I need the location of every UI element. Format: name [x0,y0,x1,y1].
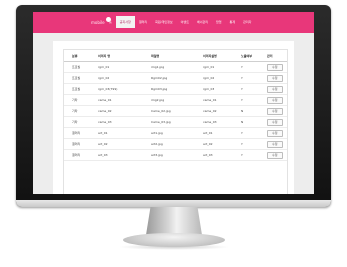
table-cell: came_01 [90,94,143,106]
table-cell: came_02 [90,105,143,117]
edit-button[interactable]: 수정 [267,140,283,148]
edit-button[interactable]: 수정 [267,107,283,115]
action-cell: 수정 [259,138,287,150]
table-cell: img1.jpg [143,61,195,73]
table-cell: 기타 [64,116,90,128]
action-cell: 수정 [259,83,287,95]
table-cell: rgm_03(799) [90,83,143,95]
table-cell: rgm_02 [90,72,143,84]
column-header: 관리 [259,50,287,62]
table-cell: Y [233,72,259,84]
table-cell: Y [233,61,259,73]
action-cell: 수정 [259,149,287,161]
table-cell: art_02 [90,138,143,150]
table-row: 기타 came_03 Came_03.jpg came_03 N 수정 [64,116,287,128]
table-cell: Y [233,127,259,139]
table-cell: art_02 [195,138,233,150]
table-row: 프로필 rgm_01 img1.jpg rgm_01 Y 수정 [64,61,287,73]
site-logo-text: mobile [91,19,105,25]
table-row: 기타 came_02 Came_02.jpg came_02 N 수정 [64,105,287,117]
table-row: 프로필 rgm_02 Rgm02.jpg rgm_02 Y 수정 [64,72,287,84]
monitor-stand-neck [146,207,202,235]
monitor-stand-base [123,233,225,247]
column-header: 이미지설명 [195,50,233,62]
nav-menu-item[interactable]: 공지사항 [115,16,135,28]
table-cell: art_01 [195,127,233,139]
table-cell: art1.jpg [143,127,195,139]
table-row: 갤러리 art_01 art1.jpg art_01 Y 수정 [64,127,287,139]
action-cell: 수정 [259,94,287,106]
monitor-chin [16,200,331,207]
column-header: 파일명 [143,50,195,62]
table-cell: Y [233,149,259,161]
edit-button[interactable]: 수정 [267,151,283,159]
table-cell: 프로필 [64,61,90,73]
nav-menu-item[interactable]: 관리자 [239,16,255,28]
table-cell: art2.jpg [143,138,195,150]
monitor-screen: mobile 홈 공지사항 갤러리 회원/개인정보 이벤트 배너관리 팝업 통계 관리자 분류 이… [33,12,314,194]
content-panel: 분류 이미지 명 파일명 이미지설명 노출여부 관리 프로필 rgm_01 img1.jpg r… [53,41,294,194]
column-header: 분류 [64,50,90,62]
table-cell: 기타 [64,105,90,117]
table-row: 기타 came_01 img2.jpg came_01 Y 수정 [64,94,287,106]
table-cell: rgm_02 [195,72,233,84]
table-cell: art3.jpg [143,149,195,161]
table-cell: art_03 [90,149,143,161]
table-cell: 갤러리 [64,149,90,161]
nav-menu-item[interactable]: 배너관리 [193,16,212,28]
table-cell: came_01 [195,94,233,106]
table-cell: Rgm03.jpg [143,83,195,95]
nav-menu-item[interactable]: 팝업 [212,16,226,28]
column-header: 이미지 명 [90,50,143,62]
edit-button[interactable]: 수정 [267,85,283,93]
table-cell: art_01 [90,127,143,139]
table-cell: img2.jpg [143,94,195,106]
main-menu: 홈 공지사항 갤러리 회원/개인정보 이벤트 배너관리 팝업 통계 관리자 [105,16,255,28]
image-list-container: 분류 이미지 명 파일명 이미지설명 노출여부 관리 프로필 rgm_01 img1.jpg r… [63,49,288,194]
table-cell: rgm_03 [195,83,233,95]
image-table: 분류 이미지 명 파일명 이미지설명 노출여부 관리 프로필 rgm_01 img1.jpg r… [64,50,287,161]
table-cell: N [233,105,259,117]
action-cell: 수정 [259,127,287,139]
table-cell: N [233,116,259,128]
table-cell: Came_03.jpg [143,116,195,128]
edit-button[interactable]: 수정 [267,129,283,137]
table-cell: 기타 [64,94,90,106]
table-cell: rgm_01 [195,61,233,73]
table-row: 갤러리 art_03 art3.jpg art_03 Y 수정 [64,149,287,161]
nav-menu-item[interactable]: 갤러리 [135,16,151,28]
action-cell: 수정 [259,105,287,117]
table-cell: 갤러리 [64,138,90,150]
nav-menu-item[interactable]: 이벤트 [177,16,193,28]
edit-button[interactable]: 수정 [267,118,283,126]
top-nav-bar: mobile 홈 공지사항 갤러리 회원/개인정보 이벤트 배너관리 팝업 통계 관리자 [33,12,314,33]
table-cell: art_03 [195,149,233,161]
table-row: 갤러리 art_02 art2.jpg art_02 Y 수정 [64,138,287,150]
table-cell: Rgm02.jpg [143,72,195,84]
table-row: 프로필 rgm_03(799) Rgm03.jpg rgm_03 Y 수정 [64,83,287,95]
nav-menu-item[interactable]: 회원/개인정보 [151,16,177,28]
action-cell: 수정 [259,61,287,73]
table-cell: came_02 [195,105,233,117]
table-cell: 프로필 [64,72,90,84]
table-cell: Came_02.jpg [143,105,195,117]
action-cell: 수정 [259,116,287,128]
table-cell: 프로필 [64,83,90,95]
edit-button[interactable]: 수정 [267,74,283,82]
table-cell: Y [233,94,259,106]
action-cell: 수정 [259,72,287,84]
column-header: 노출여부 [233,50,259,62]
table-cell: 갤러리 [64,127,90,139]
table-header-row: 분류 이미지 명 파일명 이미지설명 노출여부 관리 [64,50,287,62]
table-cell: Y [233,83,259,95]
edit-button[interactable]: 수정 [267,63,283,71]
table-cell: rgm_01 [90,61,143,73]
nav-menu-item[interactable]: 홈 [105,16,116,28]
table-cell: came_03 [195,116,233,128]
nav-menu-item[interactable]: 통계 [226,16,240,28]
table-body: 프로필 rgm_01 img1.jpg rgm_01 Y 수정 프로필 rgm_02 Rgm02… [64,61,287,161]
table-cell: Y [233,138,259,150]
edit-button[interactable]: 수정 [267,96,283,104]
table-cell: came_03 [90,116,143,128]
